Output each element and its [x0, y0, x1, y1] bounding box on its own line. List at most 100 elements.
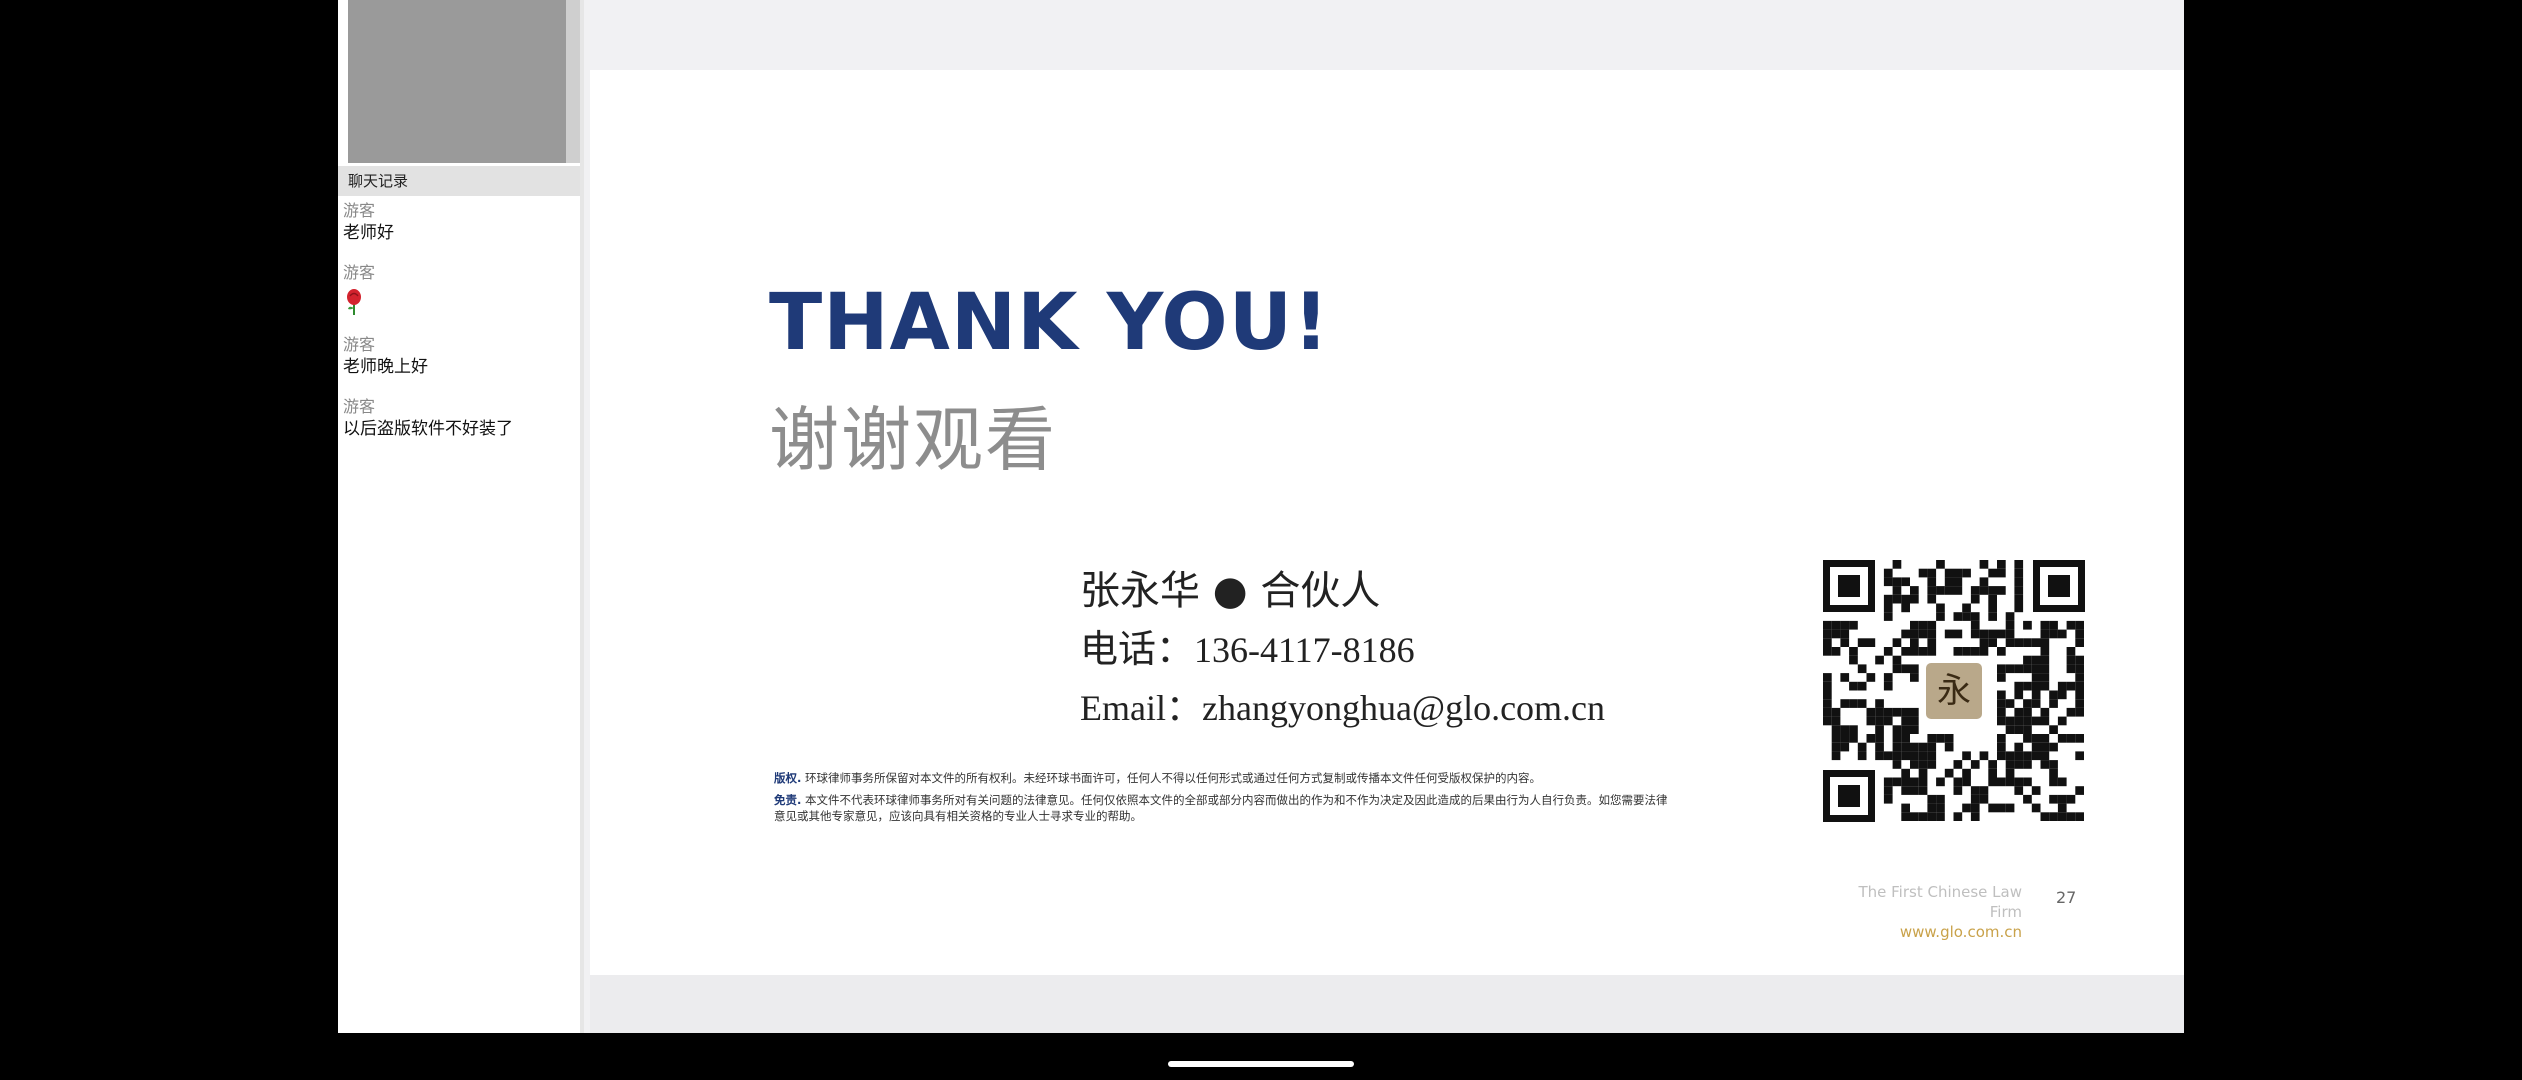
- qr-module: [2014, 681, 2024, 691]
- camera-video-tile[interactable]: [348, 0, 566, 163]
- qr-module: [1892, 742, 1902, 752]
- qr-module: [1910, 707, 1919, 717]
- email-label: Email：: [1080, 688, 1202, 728]
- contact-name: 张永华 ● 合伙人: [1080, 568, 1381, 614]
- qr-module: [1910, 638, 1919, 647]
- qr-module: [1918, 777, 1928, 787]
- qr-module: [2057, 777, 2067, 787]
- qr-module: [2040, 707, 2050, 717]
- qr-module: [1936, 560, 1945, 569]
- qr-module: [1970, 794, 1980, 804]
- copyright-keyword: 版权.: [774, 771, 802, 785]
- qr-module: [1927, 794, 1937, 804]
- qr-module: [2023, 751, 2032, 761]
- qr-module: [1918, 768, 1928, 778]
- legal-notice: 版权. 环球律师事务所保留对本文件的所有权利。未经环球书面许可，任何人不得以任何…: [774, 770, 1674, 830]
- qr-module: [1901, 603, 1910, 613]
- qr-module: [2049, 742, 2058, 752]
- qr-module: [2075, 751, 2084, 761]
- qr-module: [1901, 716, 1910, 726]
- qr-module: [1892, 725, 1902, 734]
- qr-module: [1962, 647, 1971, 656]
- contact-email: Email：zhangyonghua@glo.com.cn: [1080, 679, 1605, 737]
- qr-module: [1883, 577, 1893, 587]
- qr-module: [1910, 664, 1919, 674]
- qr-module: [1988, 638, 1997, 647]
- qr-module: [2023, 699, 2032, 708]
- qr-module: [1927, 803, 1937, 813]
- qr-module: [2040, 716, 2050, 726]
- qr-module: [1883, 777, 1893, 787]
- qr-module: [1962, 768, 1971, 778]
- qr-module: [2049, 812, 2058, 821]
- qr-module: [1953, 612, 1963, 621]
- qr-module: [1979, 577, 1989, 587]
- qr-module: [1875, 699, 1884, 708]
- qr-module: [1892, 751, 1902, 761]
- qr-module: [2014, 568, 2024, 578]
- qr-module: [1970, 586, 1980, 595]
- qr-module: [2014, 638, 2024, 647]
- qr-module: [1823, 716, 1832, 726]
- home-indicator[interactable]: [1168, 1061, 1354, 1067]
- qr-module: [1988, 568, 1997, 578]
- qr-module: [1910, 620, 1919, 630]
- qr-module: [2075, 673, 2084, 682]
- qr-module: [2031, 742, 2041, 752]
- qr-module: [2057, 629, 2067, 639]
- qr-module: [1988, 768, 1997, 778]
- qr-module: [1970, 760, 1980, 769]
- qr-module: [1918, 751, 1928, 761]
- qr-module: [2075, 812, 2084, 821]
- qr-module: [1997, 803, 2006, 813]
- qr-module: [1883, 647, 1893, 656]
- qr-module: [2023, 760, 2032, 769]
- qr-module: [2049, 794, 2058, 804]
- firm-website: www.glo.com.cn: [1899, 923, 2022, 941]
- copyright-text: 环球律师事务所保留对本文件的所有权利。未经环球书面许可，任何人不得以任何形式或通…: [805, 771, 1542, 785]
- chat-sender: 游客: [343, 201, 376, 220]
- qr-module: [1901, 664, 1910, 674]
- qr-module: [1997, 664, 2006, 674]
- qr-module: [1823, 638, 1832, 647]
- copyright-notice: 版权. 环球律师事务所保留对本文件的所有权利。未经环球书面许可，任何人不得以任何…: [774, 770, 1674, 786]
- qr-module: [1910, 647, 1919, 656]
- qr-module: [1875, 734, 1884, 743]
- qr-module: [2005, 803, 2015, 813]
- qr-module: [2031, 673, 2041, 682]
- qr-module: [1936, 612, 1945, 621]
- qr-module: [1953, 777, 1963, 787]
- qr-module: [2040, 760, 2050, 769]
- disclaimer-notice: 免责. 本文件不代表环球律师事务所对有关问题的法律意见。任何仅依照本文件的全部或…: [774, 792, 1674, 824]
- qr-module: [2014, 560, 2024, 569]
- qr-module: [2057, 681, 2067, 691]
- qr-module: [1918, 742, 1928, 752]
- qr-module: [2014, 594, 2024, 604]
- qr-module: [1831, 647, 1841, 656]
- qr-module: [1953, 586, 1963, 595]
- qr-module: [1997, 716, 2006, 726]
- qr-module: [1997, 690, 2006, 700]
- qr-module: [1840, 734, 1850, 743]
- qr-module: [1927, 751, 1937, 761]
- qr-module: [1953, 786, 1963, 795]
- qr-module: [2031, 690, 2041, 700]
- chat-message-list[interactable]: 游客 老师好 游客 游客 老师晚上好 游客 以后盗版软件不好装了: [343, 200, 575, 458]
- qr-module: [1962, 777, 1971, 787]
- qr-module: [1997, 629, 2006, 639]
- qr-module: [1979, 786, 1989, 795]
- qr-module: [1918, 760, 1928, 769]
- qr-module: [2040, 751, 2050, 761]
- qr-module: [1857, 638, 1867, 647]
- qr-module: [2066, 620, 2076, 630]
- qr-module: [1962, 612, 1971, 621]
- qr-module: [1883, 716, 1893, 726]
- qr-module: [2023, 620, 2032, 630]
- qr-module: [2066, 734, 2076, 743]
- qr-module: [1944, 568, 1954, 578]
- qr-module: [1962, 568, 1971, 578]
- qr-module: [2075, 699, 2084, 708]
- qr-module: [1997, 560, 2006, 569]
- qr-module: [1831, 734, 1841, 743]
- qr-module: [1944, 768, 1954, 778]
